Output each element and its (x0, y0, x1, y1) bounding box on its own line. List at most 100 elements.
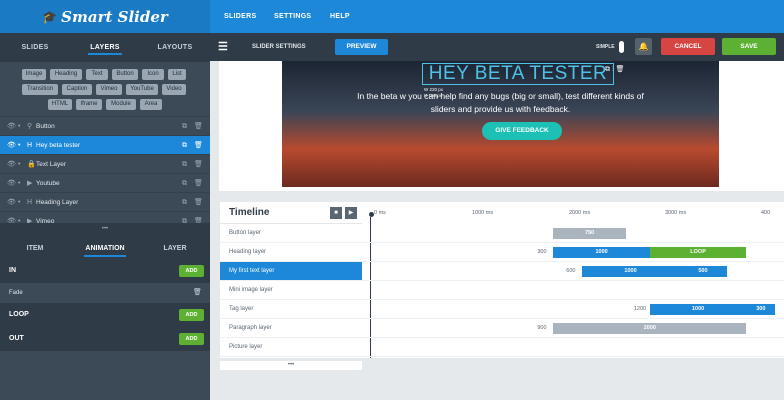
animation-bar[interactable]: 2000 (553, 323, 747, 334)
palette-iframe[interactable]: Iframe (76, 99, 102, 110)
eye-icon[interactable]: 👁 (7, 136, 16, 155)
animation-bar[interactable]: 1000 (553, 247, 650, 258)
stop-icon[interactable]: ■ (330, 207, 342, 219)
animation-bar[interactable]: 500 (678, 266, 728, 277)
palette-list[interactable]: List (168, 69, 186, 80)
layer-row[interactable]: 👁 • ▶ Vimeo ⧉ 🗑 (0, 211, 210, 223)
bulb-icon[interactable]: • (18, 212, 20, 223)
animation-bar[interactable]: 300 (746, 304, 776, 315)
animation-bar[interactable]: 750 (553, 228, 626, 239)
timeline-row-label[interactable]: My first text layer (220, 262, 362, 281)
timeline-row-label[interactable]: Tag layer (220, 300, 362, 319)
duplicate-icon[interactable]: ⧉ (182, 136, 187, 155)
animation-bar[interactable]: 1000 (649, 304, 747, 315)
timeline-row-label[interactable]: Picture layer (220, 338, 362, 357)
animation-item[interactable]: Fade 🗑 (0, 283, 210, 303)
add-in-button[interactable]: ADD (179, 265, 204, 277)
nav-settings[interactable]: SETTINGS (274, 0, 311, 33)
graduation-cap-icon: 🎓 (42, 9, 58, 24)
logo-text: Smart Slider (61, 7, 168, 26)
trash-icon[interactable]: 🗑 (194, 174, 203, 193)
height-label: H (424, 93, 428, 98)
heading-icon: H (27, 199, 33, 206)
trash-icon[interactable]: 🗑 (194, 117, 203, 136)
eye-icon[interactable]: 👁 (7, 155, 16, 174)
palette-icon[interactable]: Icon (142, 69, 164, 80)
tick-label: 1000 ms (472, 210, 494, 216)
tab-layers[interactable]: LAYERS (70, 33, 140, 62)
palette-vimeo[interactable]: Vimeo (96, 84, 122, 95)
simple-toggle[interactable] (619, 41, 624, 53)
lock-icon[interactable]: 🔒 (27, 155, 36, 174)
bell-icon[interactable]: 🔔 (635, 38, 652, 55)
duplicate-icon[interactable]: ⧉ (182, 155, 187, 174)
palette-transition[interactable]: Transition (22, 84, 58, 95)
palette-heading[interactable]: Heading (50, 69, 82, 80)
animation-bar[interactable]: 1000 (582, 266, 679, 277)
give-feedback-button[interactable]: GIVE FEEDBACK (482, 122, 562, 140)
nav-sliders[interactable]: SLIDERS (224, 0, 256, 33)
bulb-icon[interactable]: • (18, 136, 20, 155)
palette-button[interactable]: Button (112, 69, 138, 80)
save-button[interactable]: SAVE (722, 38, 776, 55)
duplicate-icon[interactable]: ⧉ ⋮ 🗑 (605, 65, 625, 74)
layer-row[interactable]: 👁 • H Heading Layer ⧉ 🗑 (0, 192, 210, 211)
eye-icon[interactable]: 👁 (7, 193, 16, 212)
menu-icon[interactable]: ☰ (218, 33, 228, 61)
add-loop-button[interactable]: ADD (179, 309, 204, 321)
delay-label: 900 (537, 325, 547, 331)
resize-handle[interactable]: ••• (0, 223, 210, 236)
bulb-icon[interactable]: • (18, 117, 20, 136)
eye-icon[interactable]: 👁 (7, 117, 16, 136)
layer-row[interactable]: 👁 • ▶ Youtube ⧉ 🗑 (0, 173, 210, 192)
palette-html[interactable]: HTML (48, 99, 72, 110)
palette-video[interactable]: Video (162, 84, 186, 95)
bulb-icon[interactable]: • (18, 155, 20, 174)
text-layer[interactable]: In the beta w you can help find any bugs… (348, 90, 653, 116)
layer-name: Text Layer (36, 161, 66, 168)
trash-icon[interactable]: 🗑 (194, 193, 203, 212)
palette-area[interactable]: Area (140, 99, 162, 110)
bulb-icon[interactable]: • (18, 174, 20, 193)
timeline-row-label[interactable]: Mini image layer (220, 281, 362, 300)
layer-row[interactable]: 👁 • 🔒 Text Layer ⧉ 🗑 (0, 154, 210, 173)
duplicate-icon[interactable]: ⧉ (182, 212, 187, 223)
eye-icon[interactable]: 👁 (7, 212, 16, 223)
heading-icon: H (27, 142, 33, 149)
tab-slides[interactable]: SLIDES (0, 33, 70, 62)
loop-bar[interactable]: LOOP (649, 247, 747, 258)
slider-settings-link[interactable]: SLIDER SETTINGS (252, 33, 306, 61)
palette-image[interactable]: Image (22, 69, 46, 80)
layer-row[interactable]: 👁 • ⚲ Button ⧉ 🗑 (0, 116, 210, 135)
bulb-icon[interactable]: • (18, 193, 20, 212)
add-out-button[interactable]: ADD (179, 333, 204, 345)
palette-youtube[interactable]: YouTube (126, 84, 158, 95)
timeline-row-label[interactable]: Button layer (220, 224, 362, 243)
trash-icon[interactable]: 🗑 (194, 136, 203, 155)
nav-help[interactable]: HELP (330, 0, 350, 33)
duplicate-icon[interactable]: ⧉ (182, 117, 187, 136)
trash-icon[interactable]: 🗑 (194, 212, 203, 223)
heading-layer[interactable]: HEY BETA TESTER (422, 63, 614, 85)
slide-preview[interactable]: HEY BETA TESTER ⧉ ⋮ 🗑 In the beta w you … (282, 61, 719, 187)
duplicate-icon[interactable]: ⧉ (182, 174, 187, 193)
palette-caption[interactable]: Caption (62, 84, 92, 95)
tab-layouts[interactable]: LAYOUTS (140, 33, 210, 62)
preview-button[interactable]: PREVIEW (335, 39, 388, 55)
brand[interactable]: 🎓 Smart Slider (0, 0, 210, 33)
animation-name: Fade (9, 290, 23, 296)
play-icon[interactable]: ▶ (345, 207, 357, 219)
trash-icon[interactable]: 🗑 (194, 155, 203, 174)
cancel-button[interactable]: CANCEL (661, 38, 715, 55)
timeline-resize-handle[interactable]: ••• (220, 361, 362, 370)
palette-module[interactable]: Module (106, 99, 136, 110)
track-row (362, 338, 784, 357)
trash-icon[interactable]: 🗑 (193, 283, 202, 303)
eye-icon[interactable]: 👁 (7, 174, 16, 193)
timeline-row-label[interactable]: Heading layer (220, 243, 362, 262)
palette-text[interactable]: Text (86, 69, 108, 80)
timeline-row-label[interactable]: Paragraph layer (220, 319, 362, 338)
duplicate-icon[interactable]: ⧉ (182, 193, 187, 212)
layer-row[interactable]: 👁 • H Hey beta tester ⧉ 🗑 (0, 135, 210, 154)
video-icon: ▶ (27, 180, 33, 187)
